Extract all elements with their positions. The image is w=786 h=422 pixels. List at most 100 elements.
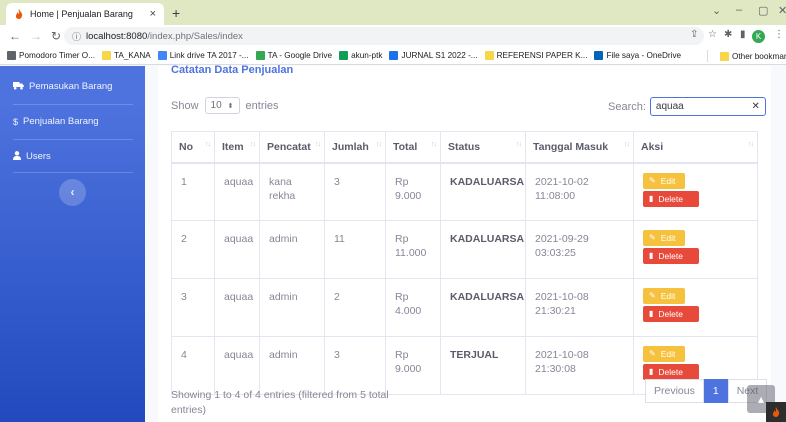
entries-select[interactable]: 10 ⬍ (204, 97, 240, 114)
sidebar-toggle-button[interactable]: ‹ (59, 179, 86, 206)
browser-tab[interactable]: Home | Penjualan Barang × (6, 3, 164, 25)
previous-page-button[interactable]: Previous (645, 379, 704, 403)
bookmark-item[interactable]: TA_KANA (102, 51, 151, 60)
bookmark-item[interactable]: File saya - OneDrive (594, 51, 681, 60)
dollar-icon: $ (13, 116, 19, 127)
url-host: localhost:8080 (86, 30, 148, 42)
sidebar-item-pemasukan[interactable]: Pemasukan Barang (13, 81, 112, 92)
column-header-no[interactable]: No ↑↓ (171, 131, 215, 164)
new-tab-button[interactable]: + (172, 5, 180, 21)
delete-button[interactable]: ▮ Delete (643, 364, 699, 380)
delete-button[interactable]: ▮ Delete (643, 190, 699, 207)
cell-total: Rp 9.000 (385, 336, 441, 395)
sort-icon: ↑↓ (624, 141, 630, 148)
entries-length-control: Show 10 ⬍ entries (171, 97, 279, 114)
bookmark-item[interactable]: Pomodoro Timer O... (7, 51, 95, 60)
url-input[interactable]: ⓘ localhost:8080/index.php/Sales/index (64, 27, 704, 45)
profile-avatar[interactable]: K (752, 30, 765, 43)
page-1-button[interactable]: 1 (703, 379, 728, 403)
close-window-icon[interactable]: ✕ (778, 4, 786, 17)
bookmark-item[interactable]: JURNAL S1 2022 -... (389, 51, 478, 60)
chevron-updown-icon: ⬍ (227, 102, 234, 110)
cell-status: KADALUARSA (440, 278, 526, 337)
sidebar-divider (13, 104, 133, 105)
edit-icon: ✎ (649, 175, 656, 185)
sidebar-item-penjualan[interactable]: $ Penjualan Barang (13, 116, 99, 127)
column-header-status[interactable]: Status ↑↓ (440, 131, 526, 164)
bookmark-item[interactable]: TA - Google Drive (255, 51, 333, 60)
cell-aksi: ✎ Edit ▮ Delete (633, 278, 758, 337)
clear-search-icon[interactable]: ✕ (752, 101, 760, 112)
bookmark-icon (594, 51, 604, 60)
browser-tabstrip: Home | Penjualan Barang × + ⌄ – ▢ ✕ (0, 0, 786, 25)
search-label: Search: (608, 100, 646, 113)
edit-button[interactable]: ✎ Edit (643, 172, 685, 189)
bookmark-icon (484, 51, 494, 60)
cell-no: 1 (171, 162, 215, 221)
bookmark-item[interactable]: Link drive TA 2017 -... (157, 51, 249, 60)
column-header-total[interactable]: Total ↑↓ (385, 131, 441, 164)
cell-jumlah: 11 (324, 220, 386, 279)
forward-icon[interactable]: → (30, 29, 42, 43)
delete-button[interactable]: ▮ Delete (643, 306, 699, 322)
cell-pencatat: admin (259, 336, 325, 395)
trash-icon: ▮ (649, 251, 654, 260)
sort-icon: ↑↓ (748, 141, 754, 148)
cell-status: KADALUARSA (440, 220, 526, 279)
tab-title: Home | Penjualan Barang (30, 9, 133, 19)
cell-tanggal: 2021-10-08 21:30:08 (525, 336, 634, 395)
table-row: 1 aquaa kana rekha 3 Rp 9.000 KADALUARSA 2021-… (171, 162, 758, 221)
minimize-icon[interactable]: – (736, 4, 742, 16)
bookmark-icon (255, 51, 265, 60)
sidebar-item-label: Penjualan Barang (23, 116, 99, 127)
column-header-item[interactable]: Item ↑↓ (214, 131, 260, 164)
edit-button[interactable]: ✎ Edit (643, 230, 685, 246)
bookmarks-separator (707, 50, 708, 62)
site-info-icon[interactable]: ⓘ (72, 30, 81, 43)
cell-jumlah: 2 (324, 278, 386, 337)
tab-close-icon[interactable]: × (150, 8, 156, 20)
edit-button[interactable]: ✎ Edit (643, 346, 685, 362)
bookmark-item[interactable]: REFERENSI PAPER K... (484, 51, 588, 60)
search-input[interactable]: aquaa ✕ (649, 97, 766, 116)
other-bookmarks-folder[interactable]: Other bookmark (720, 47, 786, 64)
sidebar-divider (13, 172, 133, 173)
column-header-aksi[interactable]: Aksi ↑↓ (633, 131, 758, 164)
column-header-jumlah[interactable]: Jumlah ↑↓ (324, 131, 386, 164)
bookmarks-bar: Pomodoro Timer O... TA_KANA Link drive TA … (0, 47, 786, 65)
sales-card: Catatan Data Penjualan Show 10 ⬍ entries… (158, 64, 771, 422)
sidebar-item-label: Pemasukan Barang (29, 81, 113, 92)
column-header-pencatat[interactable]: Pencatat ↑↓ (259, 131, 325, 164)
cell-aksi: ✎ Edit ▮ Delete (633, 162, 758, 221)
cell-item: aquaa (214, 278, 260, 337)
bookmark-star-icon[interactable]: ☆ (708, 29, 717, 40)
url-path: /index.php/Sales/index (147, 30, 243, 42)
bookmark-label: TA - Google Drive (267, 51, 333, 60)
extensions-icon[interactable]: ✱ (724, 29, 732, 40)
folder-icon (720, 51, 729, 61)
bookmark-item[interactable]: akun-ptk (339, 51, 382, 60)
user-icon (13, 151, 21, 162)
menu-icon[interactable]: ⋮ (774, 29, 784, 40)
maximize-icon[interactable]: ▢ (758, 4, 768, 17)
cell-item: aquaa (214, 220, 260, 279)
sidebar-item-users[interactable]: Users (13, 151, 51, 162)
reload-icon[interactable]: ↻ (51, 29, 61, 43)
sort-icon: ↑↓ (431, 141, 437, 148)
bookmark-label: File saya - OneDrive (606, 51, 682, 60)
delete-button[interactable]: ▮ Delete (643, 248, 699, 264)
sidebar-divider (13, 139, 133, 140)
column-header-tanggal[interactable]: Tanggal Masuk ↑↓ (525, 131, 634, 164)
share-icon[interactable]: ⇪ (690, 29, 698, 40)
bookmark-icon (7, 51, 16, 60)
bookmark-label: REFERENSI PAPER K... (496, 51, 588, 60)
sidebar: Pemasukan Barang $ Penjualan Barang User… (0, 66, 145, 422)
chevron-up-icon: ▴ (757, 392, 765, 406)
length-prefix: Show (171, 99, 199, 112)
back-icon[interactable]: ← (9, 29, 21, 43)
tab-search-icon[interactable]: ⌄ (712, 4, 721, 17)
sidepanel-icon[interactable]: ▮ (740, 29, 746, 40)
edit-button[interactable]: ✎ Edit (643, 288, 685, 304)
bookmark-icon (339, 51, 349, 60)
bookmark-label: Link drive TA 2017 -... (169, 51, 249, 60)
